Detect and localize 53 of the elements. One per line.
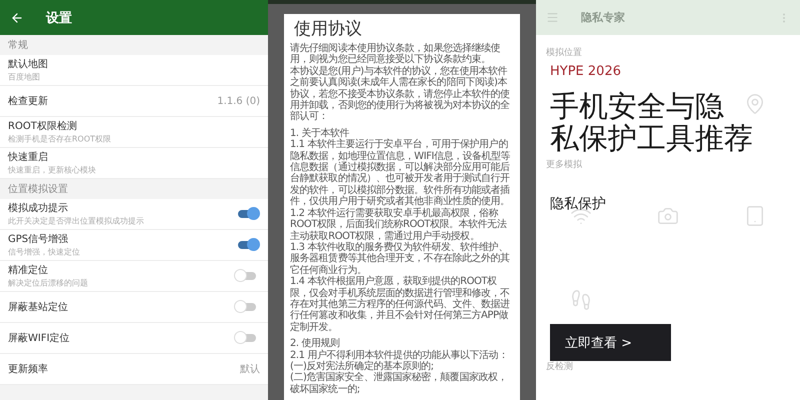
- setting-title: 默认地图: [8, 58, 48, 71]
- agreement-paragraph: 2. 使用规则: [290, 338, 341, 350]
- setting-title: 更新频率: [8, 362, 48, 376]
- setting-title: ROOT权限检测: [8, 120, 78, 133]
- settings-row[interactable]: GPS信号增强 信号增强，快速定位: [0, 230, 268, 261]
- setting-subtitle: 此开关决定是否弹出位置模拟成功提示: [8, 217, 144, 226]
- promo-tag: 隐私保护: [550, 196, 606, 212]
- setting-title: 快速重启: [8, 150, 49, 164]
- setting-title: 检查更新: [8, 94, 48, 108]
- setting-title: 模拟成功提示: [8, 202, 69, 215]
- section-header: 反检测: [545, 360, 574, 374]
- agreement-paragraph: 1. 关于本软件: [290, 128, 350, 139]
- menu-icon[interactable]: [546, 11, 559, 24]
- settings-row[interactable]: 更新频率 默认: [0, 354, 268, 385]
- screen-title: 设置: [46, 10, 72, 26]
- agreement-paragraph: 请先仔细阅读本使用协议条款，如果您选择继续使用，则视为您已经同意接受以下协议条款约束。: [290, 43, 502, 66]
- dialog-title: 使用协议: [294, 18, 363, 40]
- agreement-paragraph: 本协议是您(用户)与本软件的协议，您在使用本软件之前要认真阅读(未成年人需在家长的陪同下阅读)本协议，若您不接受本协议条款，请您停止本软件的使用并卸载，否则您的使用行为将被视为对本协议的全部认可：: [290, 66, 511, 123]
- setting-subtitle: 百度地图: [8, 73, 40, 82]
- camera-icon[interactable]: [656, 205, 679, 227]
- settings-row[interactable]: 模拟成功提示 此开关决定是否弹出位置模拟成功提示: [0, 199, 268, 230]
- settings-row[interactable]: 屏蔽WIFI定位: [0, 323, 268, 354]
- screen-title: 隐私专家: [581, 10, 626, 25]
- setting-title: 屏蔽WIFI定位: [8, 332, 70, 345]
- settings-row[interactable]: 默认地图 百度地图: [0, 55, 268, 86]
- footprints-icon[interactable]: [570, 289, 592, 311]
- setting-subtitle: 快速重启，更新核心模块: [8, 166, 96, 175]
- promo-eyebrow: HYPE 2026: [550, 64, 621, 80]
- setting-value: 1.1.6 (0): [217, 96, 260, 106]
- setting-subtitle: 检测手机是否存在ROOT权限: [8, 135, 112, 144]
- agreement-paragraph: 1.2 本软件运行需要获取安卓手机最高权限，俗称ROOT权限，后面我们统称ROOT权限。本软件无法主动获取ROOT权限，需通过用户手动授权。: [290, 208, 508, 242]
- setting-subtitle: 信号增强，快速定位: [8, 248, 80, 257]
- setting-subtitle: 解决定位后漂移的问题: [8, 279, 88, 288]
- agreement-paragraph: 1.3 本软件收取的服务费仅为软件研发、软件维护、服务器租赁费等其他合理开支，不存在除此之外的其它任何商业行为。: [290, 242, 511, 276]
- setting-title: 屏蔽基站定位: [8, 300, 68, 314]
- agreement-paragraph: (一)反对宪法所确定的基本原则的;: [290, 360, 434, 372]
- settings-row[interactable]: 检查更新 1.1.6 (0): [0, 86, 268, 117]
- section-header: 更多模拟: [545, 158, 583, 172]
- promo-headline: 手机安全与隐: [550, 90, 724, 122]
- agreement-paragraph: 1.1 本软件主要运行于安卓平台，可用于保护用户的隐私数据，如地理位置信息，WIFI信息，设备机型等信息数据（通过模拟数据，可以解决部分应用可能后台静默获取的情况）、也可被开发者用于测试自行开发的软件，可以模拟部分数据。软件所有功能或者插件，仅供用户用于研究或者其他非商业性质的使用。: [290, 139, 512, 208]
- setting-title: 精准定位: [8, 264, 49, 277]
- settings-row[interactable]: 精准定位 解决定位后漂移的问题: [0, 261, 268, 292]
- settings-row[interactable]: ROOT权限检测 检测手机是否存在ROOT权限: [0, 117, 268, 148]
- section-header: 模拟位置: [545, 46, 583, 60]
- agreement-paragraph: (二)危害国家安全、泄露国家秘密，颠覆国家政权，破坏国家统一的;: [290, 372, 508, 396]
- setting-value: 默认: [240, 363, 260, 376]
- settings-row[interactable]: 快速重启 快速重启，更新核心模块: [0, 148, 268, 179]
- settings-row[interactable]: 屏蔽基站定位: [0, 292, 268, 323]
- view-now-button[interactable]: 立即查看 >: [550, 324, 671, 361]
- setting-title: GPS信号增强: [8, 233, 70, 246]
- agreement-paragraph: 1.4 本软件根据用户意愿，获取到提供的ROOT权限，仅会对手机系统层面的数据进行管理和修改，不存在对其他第三方程序的任何源代码、文件、数据进行任何篡改和收集，并且不会针对任何第三方APP做定制开发。: [290, 276, 511, 334]
- agreement-paragraph: 2.1 用户不得利用本软件提供的功能从事以下活动：: [290, 350, 509, 361]
- promo-headline: 私保护工具推荐: [550, 122, 753, 154]
